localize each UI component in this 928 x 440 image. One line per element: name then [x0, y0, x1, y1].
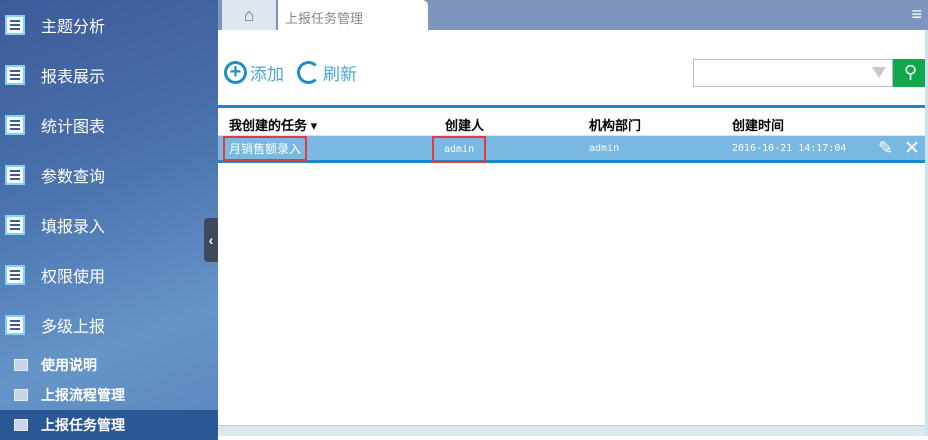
creator-cell: admin [432, 136, 487, 163]
home-tab[interactable]: ⌂ [222, 0, 276, 30]
search-button[interactable]: ⚲ [893, 59, 928, 87]
sidebar-item-label: 参数查询 [41, 169, 106, 186]
table-row[interactable]: 月销售额录入 admin admin 2016-10-21 14:17:04 ✎… [218, 136, 925, 163]
chart-icon [14, 359, 28, 371]
report-icon [5, 15, 25, 35]
sidebar-item-label: 主题分析 [41, 19, 106, 36]
task-table: 我创建的任务 ▾ 创建人 机构部门 创建时间 月销售额录入 admin admi… [218, 105, 925, 163]
add-label: 添加 [250, 65, 284, 84]
report-icon [5, 265, 25, 285]
sidebar-subitem-usage[interactable]: 使用说明 [0, 350, 218, 380]
search-input[interactable] [693, 59, 893, 87]
dropdown-arrow-icon[interactable] [872, 67, 886, 78]
horizontal-scrollbar[interactable] [218, 425, 925, 436]
sidebar-item-label: 多级上报 [41, 319, 106, 336]
column-header-time: 创建时间 [732, 118, 785, 133]
column-header-task[interactable]: 我创建的任务 ▾ [229, 115, 317, 134]
plus-icon: + [224, 61, 247, 84]
table-icon [14, 419, 28, 431]
sidebar-subitem-label: 使用说明 [41, 357, 97, 373]
report-icon [5, 165, 25, 185]
report-icon [5, 65, 25, 85]
refresh-icon [297, 61, 320, 84]
sidebar-item-label: 填报录入 [41, 219, 106, 236]
home-icon: ⌂ [243, 4, 255, 25]
sidebar-item-data-entry[interactable]: 填报录入 [0, 200, 218, 250]
sort-icon: ▾ [310, 118, 318, 133]
delete-icon[interactable]: ✕ [904, 137, 920, 160]
refresh-label: 刷新 [323, 65, 357, 84]
table-header: 我创建的任务 ▾ 创建人 机构部门 创建时间 [218, 105, 925, 136]
refresh-button[interactable]: 刷新 [297, 60, 357, 85]
table-icon [14, 389, 28, 401]
sidebar-item-label: 报表展示 [41, 69, 106, 86]
report-icon [5, 215, 25, 235]
column-header-creator: 创建人 [445, 118, 485, 133]
sidebar-item-theme-analysis[interactable]: 主题分析 [0, 0, 218, 50]
add-button[interactable]: + 添加 [224, 60, 284, 85]
tab-task-management[interactable]: 上报任务管理 [278, 0, 428, 30]
report-icon [5, 115, 25, 135]
sidebar-subitem-label: 上报任务管理 [41, 417, 125, 433]
sidebar-subitem-flow-management[interactable]: 上报流程管理 [0, 380, 218, 410]
sidebar-item-param-query[interactable]: 参数查询 [0, 150, 218, 200]
sidebar-subitem-label: 上报流程管理 [41, 387, 125, 403]
task-cell[interactable]: 月销售额录入 [223, 136, 308, 161]
time-cell: 2016-10-21 14:17:04 [732, 143, 847, 154]
menu-icon[interactable]: ≡ [911, 4, 922, 25]
sidebar-item-label: 权限使用 [41, 269, 106, 286]
collapse-sidebar-button[interactable]: ‹ [204, 218, 218, 262]
sidebar: 主题分析 报表展示 统计图表 参数查询 填报录入 权限使用 多级上报 使用说明 … [0, 0, 218, 440]
sidebar-item-report-display[interactable]: 报表展示 [0, 50, 218, 100]
search-icon: ⚲ [903, 62, 918, 82]
sidebar-item-permissions[interactable]: 权限使用 [0, 250, 218, 300]
dept-cell: admin [589, 143, 620, 154]
sidebar-item-label: 统计图表 [41, 119, 106, 136]
column-header-dept: 机构部门 [589, 118, 642, 133]
edit-icon[interactable]: ✎ [878, 138, 893, 159]
sidebar-item-charts[interactable]: 统计图表 [0, 100, 218, 150]
sidebar-item-multilevel-report[interactable]: 多级上报 [0, 300, 218, 350]
report-icon [5, 315, 25, 335]
